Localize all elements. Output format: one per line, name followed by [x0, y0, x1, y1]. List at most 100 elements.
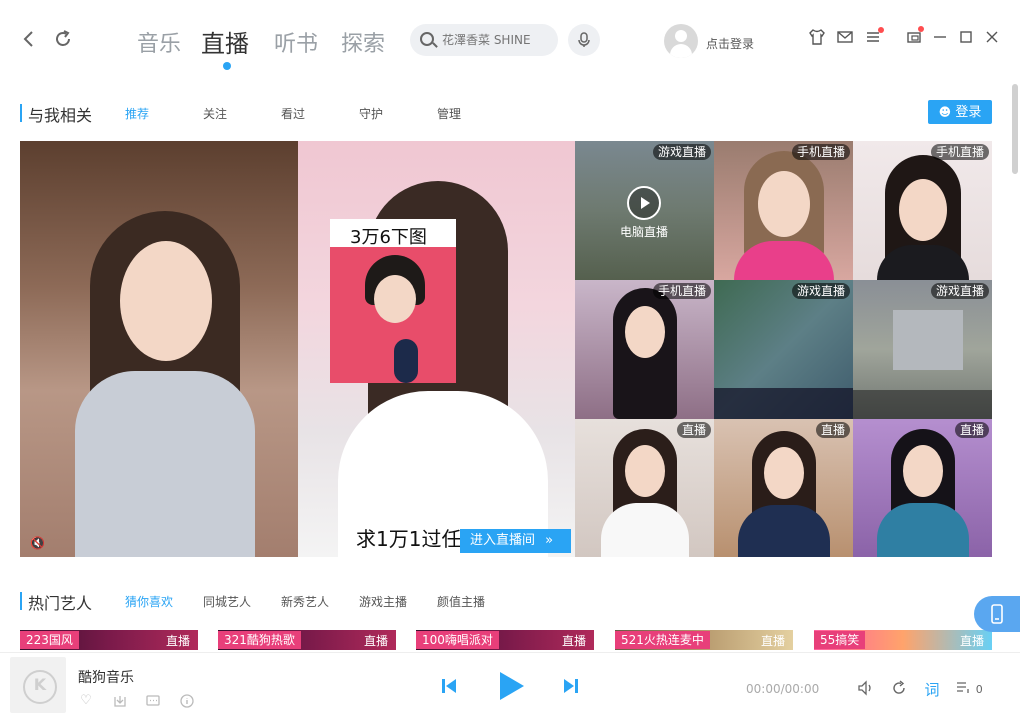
maximize-button[interactable] [957, 28, 975, 46]
refresh-button[interactable] [52, 28, 74, 50]
download-icon[interactable] [112, 693, 128, 709]
volume-button[interactable] [856, 679, 876, 701]
close-button[interactable] [983, 28, 1001, 46]
tab-following[interactable]: 关注 [203, 105, 227, 122]
streamer-face [758, 171, 810, 237]
login-link[interactable]: 点击登录 [706, 35, 754, 52]
tab-game-streamers[interactable]: 游戏主播 [359, 593, 407, 610]
tab-looks-streamers[interactable]: 颜值主播 [437, 593, 485, 610]
hot-artists-title: 热门艺人 [28, 594, 93, 613]
live-tile-1[interactable]: 游戏直播 电脑直播 [575, 141, 714, 280]
tab-local-artists[interactable]: 同城艺人 [203, 593, 251, 610]
tab-watched[interactable]: 看过 [281, 105, 305, 122]
play-icon [500, 672, 524, 700]
live-tile-9[interactable]: 直播 [853, 419, 992, 557]
mail-icon [837, 31, 853, 43]
search-box[interactable] [410, 24, 558, 56]
live-badge: 手机直播 [652, 283, 711, 299]
live-badge: 游戏直播 [791, 283, 850, 299]
enter-live-label: 进入直播间 [470, 533, 536, 548]
streamer-top [738, 505, 830, 557]
previous-button[interactable] [440, 677, 458, 699]
artist-card-badge: 直播 [165, 634, 190, 648]
inset-caption: 3万6下图 [350, 227, 427, 248]
tab-live[interactable]: 直播 [201, 24, 249, 59]
artist-card[interactable]: 321酷狗热歌 直播 [218, 630, 396, 650]
live-tile-4[interactable]: 手机直播 [575, 280, 714, 419]
artist-card-name: 521火热连麦中 [615, 631, 710, 649]
live-tile-6[interactable]: 游戏直播 [853, 280, 992, 419]
artist-card[interactable]: 521火热连麦中 直播 [615, 630, 793, 650]
tab-manage[interactable]: 管理 [437, 105, 461, 122]
notification-dot [918, 26, 924, 32]
back-button[interactable] [18, 28, 40, 50]
artist-card[interactable]: 55搞笑 直播 [814, 630, 992, 650]
mobile-live-button[interactable] [974, 596, 1020, 632]
skin-button[interactable] [808, 28, 826, 46]
game-building [893, 310, 963, 370]
minimize-icon [934, 36, 946, 38]
scrollbar[interactable] [1012, 84, 1018, 174]
lyrics-button[interactable]: 词 [922, 679, 942, 700]
chevron-left-icon [23, 31, 33, 47]
play-icon[interactable] [627, 186, 661, 220]
mute-icon[interactable]: 🔇 [30, 536, 48, 552]
artist-card-badge: 直播 [363, 634, 388, 648]
artist-card-badge: 直播 [561, 634, 586, 648]
info-glyph [180, 694, 194, 708]
live-tile-2[interactable]: 手机直播 [714, 141, 853, 280]
live-tile-8[interactable]: 直播 [714, 419, 853, 557]
featured-live-left[interactable]: 🔇 [20, 141, 298, 557]
minimize-button[interactable] [931, 28, 949, 46]
microphone-icon [578, 32, 590, 47]
related-section-header: 与我相关 [20, 102, 120, 125]
streamer-face [764, 447, 804, 499]
next-button[interactable] [562, 677, 580, 699]
message-button[interactable] [836, 28, 854, 46]
artist-card-name: 100嗨唱派对 [416, 631, 499, 649]
player-bar: 酷狗音乐 ♡ 00:00/00:00 词 0 [0, 652, 1020, 720]
streamer-top [877, 503, 969, 557]
live-tile-5[interactable]: 游戏直播 [714, 280, 853, 419]
tab-explore[interactable]: 探索 [341, 26, 385, 58]
refresh-icon [56, 30, 70, 46]
tab-guard[interactable]: 守护 [359, 105, 383, 122]
streamer-face [903, 445, 943, 497]
login-button[interactable]: ☻ 登录 [928, 100, 992, 124]
inset-face [374, 275, 416, 323]
section-accent-bar [20, 592, 22, 610]
avatar[interactable] [664, 24, 698, 58]
featured-live-middle[interactable]: 3万6下图 求1万1过任务 进入直播间 » [298, 141, 575, 557]
notification-dot [878, 27, 884, 33]
live-badge: 直播 [815, 422, 850, 438]
tab-guess-you-like[interactable]: 猜你喜欢 [125, 593, 173, 610]
enter-live-button[interactable]: 进入直播间 » [460, 529, 571, 553]
maximize-icon [960, 31, 972, 43]
comment-icon[interactable] [145, 693, 161, 709]
live-tile-7[interactable]: 直播 [575, 419, 714, 557]
artist-card-name: 55搞笑 [814, 631, 866, 649]
game-hud [853, 390, 992, 419]
live-badge: 游戏直播 [930, 283, 989, 299]
tab-new-artists[interactable]: 新秀艺人 [281, 593, 329, 610]
tab-audiobook[interactable]: 听书 [274, 26, 318, 58]
heart-icon[interactable]: ♡ [78, 693, 94, 709]
previous-icon [442, 679, 456, 693]
playlist-button[interactable]: 0 [955, 679, 985, 697]
live-tile-3[interactable]: 手机直播 [853, 141, 992, 280]
song-title: 酷狗音乐 [78, 670, 134, 686]
playlist-icon [957, 682, 969, 693]
tab-music[interactable]: 音乐 [137, 26, 181, 58]
repeat-button[interactable] [889, 679, 909, 701]
info-icon[interactable] [179, 693, 195, 709]
live-badge: 直播 [676, 422, 711, 438]
artist-card[interactable]: 100嗨唱派对 直播 [416, 630, 594, 650]
artist-card[interactable]: 223国风 直播 [20, 630, 198, 650]
album-cover[interactable] [10, 657, 66, 713]
search-input[interactable] [442, 30, 552, 50]
tab-recommend[interactable]: 推荐 [125, 105, 149, 122]
voice-search-button[interactable] [568, 24, 600, 56]
play-button[interactable] [496, 670, 526, 706]
login-button-label: 登录 [955, 105, 982, 120]
streamer-sweater [75, 371, 255, 557]
